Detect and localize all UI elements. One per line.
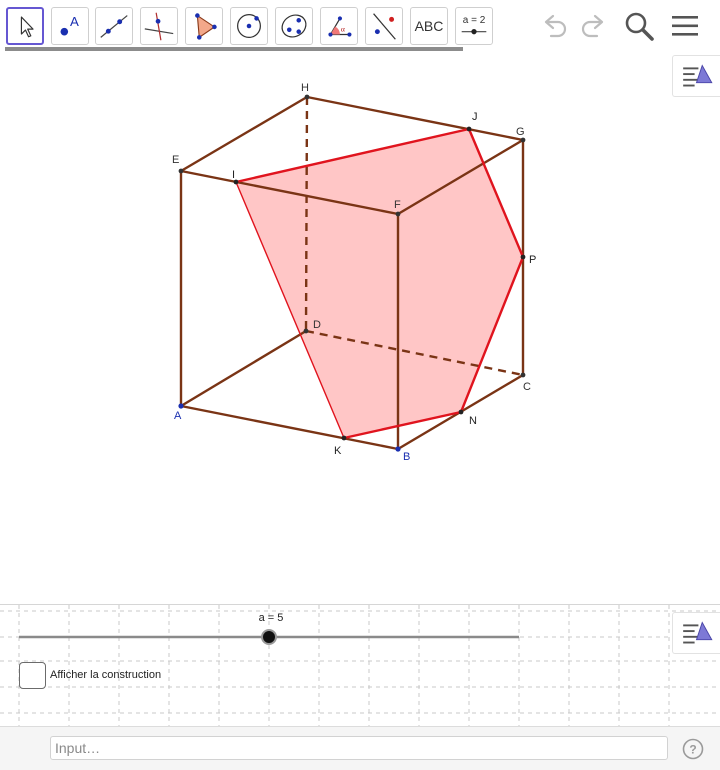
slider-icon (461, 29, 487, 35)
label-f: F (394, 199, 401, 211)
label-g: G (516, 126, 525, 138)
search-icon (625, 12, 654, 41)
graphics-view-2[interactable]: a = 5 Afficher la construction (0, 604, 720, 727)
circle-icon (237, 14, 261, 38)
input-bar: ? (0, 726, 720, 770)
point-g[interactable] (520, 137, 526, 143)
label-e: E (172, 154, 179, 166)
search-button[interactable] (622, 9, 656, 43)
point-a[interactable] (178, 403, 184, 409)
style-bar-toggle[interactable] (672, 55, 720, 97)
slider-value-label: a = 5 (258, 612, 284, 624)
line-tool-button[interactable] (95, 7, 133, 45)
conic-tool-button[interactable] (275, 7, 313, 45)
move-tool-button[interactable] (6, 7, 44, 45)
edge-hg (305, 95, 525, 142)
point-d[interactable] (303, 328, 309, 334)
point-e[interactable] (178, 168, 184, 174)
style-bar-toggle-2[interactable] (672, 612, 720, 654)
perpendicular-icon (144, 12, 174, 41)
geogebra-app: A α ABC a = 2 A B C D E F G H I J K N P … (0, 0, 720, 770)
point-n[interactable] (458, 409, 464, 415)
label-n: N (469, 415, 477, 427)
style-bar-icon (683, 621, 713, 644)
grid-background (0, 605, 720, 727)
main-menu-button[interactable] (668, 9, 702, 43)
svg-text:α: α (341, 25, 345, 34)
line-icon (100, 15, 128, 38)
point-k[interactable] (341, 435, 347, 441)
label-a: A (174, 410, 182, 422)
text-tool-button[interactable]: ABC (410, 7, 448, 45)
redo-icon (581, 14, 604, 38)
show-construction-label: Afficher la construction (50, 669, 162, 681)
conic-icon (281, 14, 307, 38)
toolbar: A α ABC a = 2 (0, 0, 720, 52)
edge-ad (179, 329, 308, 408)
label-p: P (529, 254, 536, 266)
label-i: I (232, 169, 235, 181)
point-tool-button[interactable]: A (51, 7, 89, 45)
point-h[interactable] (304, 94, 310, 100)
perpendicular-tool-button[interactable] (140, 7, 178, 45)
reflect-tool-button[interactable] (365, 7, 403, 45)
svg-text:?: ? (689, 743, 696, 757)
menu-icon (672, 16, 698, 36)
circle-tool-button[interactable] (230, 7, 268, 45)
point-f[interactable] (395, 211, 401, 217)
point-b[interactable] (395, 446, 401, 452)
cube-section-figure: A B C D E F G H I J K N P (172, 82, 536, 463)
graphics-view[interactable]: A B C D E F G H I J K N P (0, 52, 720, 604)
edge-hd (304, 96, 309, 332)
polygon-icon (195, 13, 217, 40)
undo-button[interactable] (538, 9, 572, 43)
slider-tool-button[interactable]: a = 2 (455, 7, 493, 45)
reflect-icon (373, 13, 396, 40)
point-j[interactable] (466, 126, 472, 132)
label-h: H (301, 82, 309, 94)
polygon-tool-button[interactable] (185, 7, 223, 45)
edge-eh (179, 95, 309, 173)
move-arrow-icon (20, 16, 34, 38)
point-icon: A (60, 14, 79, 36)
point-c[interactable] (520, 372, 526, 378)
angle-tool-button[interactable]: α (320, 7, 358, 45)
toolbar-scroll-indicator (5, 47, 463, 51)
label-j: J (472, 111, 478, 123)
redo-button[interactable] (576, 9, 610, 43)
slider-knob[interactable] (261, 629, 277, 645)
help-icon[interactable]: ? (682, 738, 704, 760)
show-construction-checkbox[interactable] (19, 662, 46, 689)
undo-icon (544, 14, 567, 38)
point-tool-letter: A (70, 14, 79, 29)
label-c: C (523, 381, 531, 393)
style-bar-icon (683, 64, 713, 87)
point-p[interactable] (520, 254, 526, 260)
label-d: D (313, 319, 321, 331)
text-icon: ABC (414, 18, 444, 34)
angle-icon: α (328, 16, 352, 37)
algebra-input-field[interactable] (50, 736, 668, 760)
label-b: B (403, 451, 410, 463)
label-k: K (334, 445, 342, 457)
